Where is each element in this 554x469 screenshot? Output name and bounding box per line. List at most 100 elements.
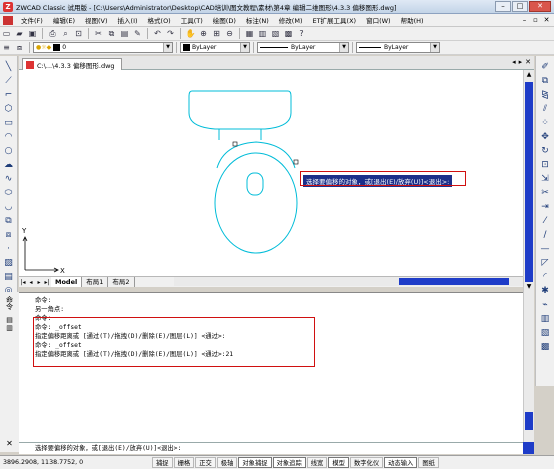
snap-toggle[interactable]: 捕捉 bbox=[152, 457, 173, 468]
open-folder-icon[interactable]: ▰ bbox=[14, 28, 25, 39]
command-history-icon[interactable]: ▥ bbox=[6, 324, 13, 332]
document-tab[interactable]: C:\...\4.3.3 偏移图形.dwg bbox=[22, 58, 122, 70]
tab-layout1[interactable]: 布局1 bbox=[82, 277, 109, 287]
quick-select-icon[interactable]: ▩ bbox=[539, 340, 552, 353]
help-icon[interactable]: ? bbox=[296, 28, 307, 39]
menu-help[interactable]: 帮助(H) bbox=[396, 15, 429, 25]
arc-icon[interactable]: ◠ bbox=[2, 130, 15, 143]
copy-object-icon[interactable]: ⧉ bbox=[539, 74, 552, 87]
polyline-icon[interactable]: ⌐ bbox=[2, 88, 15, 101]
layout-last-icon[interactable]: ▸| bbox=[43, 279, 51, 286]
grid-toggle[interactable]: 栅格 bbox=[173, 457, 195, 468]
scale-icon[interactable]: ⊡ bbox=[539, 158, 552, 171]
layout-first-icon[interactable]: |◂ bbox=[19, 279, 27, 286]
stretch-icon[interactable]: ⇲ bbox=[539, 172, 552, 185]
ortho-toggle[interactable]: 正交 bbox=[195, 457, 216, 468]
chamfer-icon[interactable]: ◸ bbox=[539, 256, 552, 269]
cut-icon[interactable]: ✂ bbox=[93, 28, 104, 39]
save-icon[interactable]: ▣ bbox=[27, 28, 38, 39]
menu-tools[interactable]: 工具(T) bbox=[176, 15, 208, 25]
edit-polyline-icon[interactable]: ⌁ bbox=[539, 298, 552, 311]
menu-file[interactable]: 文件(F) bbox=[16, 15, 48, 25]
zoom-previous-icon[interactable]: ⊖ bbox=[224, 28, 235, 39]
ellipse-icon[interactable]: ⬭ bbox=[2, 186, 15, 199]
construction-line-icon[interactable]: ⟋ bbox=[2, 74, 15, 87]
extend-icon[interactable]: ⇥ bbox=[539, 200, 552, 213]
mirror-icon[interactable]: ⧎ bbox=[539, 88, 552, 101]
doc-close-button[interactable]: ✕ bbox=[542, 16, 551, 25]
tab-prev-icon[interactable]: ◂ bbox=[512, 58, 516, 66]
tab-layout2[interactable]: 布局2 bbox=[108, 277, 135, 287]
minimize-button[interactable]: – bbox=[495, 1, 511, 12]
calculator-icon[interactable]: ▩ bbox=[283, 28, 294, 39]
menu-et-tools[interactable]: ET扩展工具(X) bbox=[307, 15, 361, 25]
spline-icon[interactable]: ∿ bbox=[2, 172, 15, 185]
menu-edit[interactable]: 编辑(E) bbox=[48, 15, 80, 25]
color-dropdown[interactable]: ByLayer ▼ bbox=[180, 42, 250, 53]
array-icon[interactable]: ⁘ bbox=[539, 116, 552, 129]
print-preview-icon[interactable]: ⌕ bbox=[60, 28, 71, 39]
menu-insert[interactable]: 插入(I) bbox=[113, 15, 143, 25]
menu-format[interactable]: 格式(O) bbox=[143, 15, 176, 25]
command-input[interactable]: 选择要偏移的对象，或[退出(E)/放弃(U)]<退出>: bbox=[19, 442, 523, 454]
doc-restore-button[interactable]: ▫ bbox=[531, 16, 540, 25]
tool-palette-icon[interactable]: ▧ bbox=[270, 28, 281, 39]
document-icon[interactable] bbox=[3, 15, 13, 25]
rotate-icon[interactable]: ↻ bbox=[539, 144, 552, 157]
break-icon[interactable]: ∕ bbox=[539, 228, 552, 241]
hatch-icon[interactable]: ▨ bbox=[2, 256, 15, 269]
trim-icon[interactable]: ✂ bbox=[539, 186, 552, 199]
scroll-up-icon[interactable]: ▲ bbox=[524, 70, 534, 80]
tank-outline[interactable] bbox=[188, 90, 292, 130]
model-toggle[interactable]: 模型 bbox=[328, 457, 349, 468]
zoom-realtime-icon[interactable]: ⊕ bbox=[198, 28, 209, 39]
undo-icon[interactable]: ↶ bbox=[152, 28, 163, 39]
point-icon[interactable]: · bbox=[2, 242, 15, 255]
osnap-toggle[interactable]: 对象捕捉 bbox=[238, 457, 272, 468]
menu-dimension[interactable]: 标注(N) bbox=[241, 15, 274, 25]
join-icon[interactable]: — bbox=[539, 242, 552, 255]
doc-minimize-button[interactable]: – bbox=[520, 16, 529, 25]
scroll-thumb[interactable] bbox=[525, 412, 533, 430]
menu-window[interactable]: 窗口(W) bbox=[361, 15, 396, 25]
paper-toggle[interactable]: 图纸 bbox=[418, 457, 439, 468]
tab-close-icon[interactable]: ✕ bbox=[525, 58, 531, 66]
gradient-icon[interactable]: ▤ bbox=[2, 270, 15, 283]
scroll-down-icon[interactable]: ▼ bbox=[524, 282, 534, 292]
menu-view[interactable]: 视图(V) bbox=[80, 15, 113, 25]
menu-draw[interactable]: 绘图(D) bbox=[208, 15, 241, 25]
make-block-icon[interactable]: ⧈ bbox=[2, 228, 15, 241]
move-icon[interactable]: ✥ bbox=[539, 130, 552, 143]
command-scrollbar[interactable] bbox=[523, 292, 534, 442]
layer-previous-icon[interactable]: ⧈ bbox=[14, 42, 25, 53]
otrack-toggle[interactable]: 对象追踪 bbox=[272, 457, 306, 468]
tablet-toggle[interactable]: 数字化仪 bbox=[349, 457, 384, 468]
menu-modify[interactable]: 修改(M) bbox=[274, 15, 308, 25]
line-icon[interactable]: ╲ bbox=[2, 60, 15, 73]
offset-icon[interactable]: ⫽ bbox=[539, 102, 552, 115]
canvas-horizontal-scrollbar[interactable] bbox=[174, 277, 523, 286]
canvas-vertical-scrollbar[interactable]: ▲ ▼ bbox=[523, 70, 534, 292]
close-button[interactable]: ✕ bbox=[529, 1, 551, 12]
dynamic-input-toggle[interactable]: 动态输入 bbox=[384, 457, 418, 468]
layer-dropdown[interactable]: ● ☼ ◆ 0 ▼ bbox=[33, 42, 173, 53]
zoom-window-icon[interactable]: ⊞ bbox=[211, 28, 222, 39]
grip-handle[interactable] bbox=[293, 159, 299, 165]
rectangle-icon[interactable]: ▭ bbox=[2, 116, 15, 129]
command-input-scroll[interactable] bbox=[523, 442, 534, 454]
layer-walk-icon[interactable]: ▧ bbox=[539, 326, 552, 339]
design-center-icon[interactable]: ▥ bbox=[257, 28, 268, 39]
lineweight-toggle[interactable]: 线宽 bbox=[306, 457, 328, 468]
grip-handle[interactable] bbox=[232, 141, 238, 147]
bowl-outer-ellipse[interactable] bbox=[214, 152, 298, 254]
layer-manager-icon[interactable]: ≡ bbox=[1, 42, 12, 53]
tank-neck[interactable] bbox=[218, 129, 262, 140]
linetype-dropdown[interactable]: ByLayer ▼ bbox=[257, 42, 349, 53]
command-list-icon[interactable]: ▤ bbox=[6, 316, 13, 324]
maximize-button[interactable]: □ bbox=[512, 1, 528, 12]
bowl-seat-arc[interactable] bbox=[216, 141, 296, 169]
match-properties-icon[interactable]: ✎ bbox=[132, 28, 143, 39]
tab-model[interactable]: Model bbox=[51, 277, 83, 287]
erase-icon[interactable]: ✐ bbox=[539, 60, 552, 73]
drawing-canvas[interactable]: Y X 选择要偏移的对象，或[退出(E)/放弃(U)]<退出>: bbox=[19, 70, 523, 276]
